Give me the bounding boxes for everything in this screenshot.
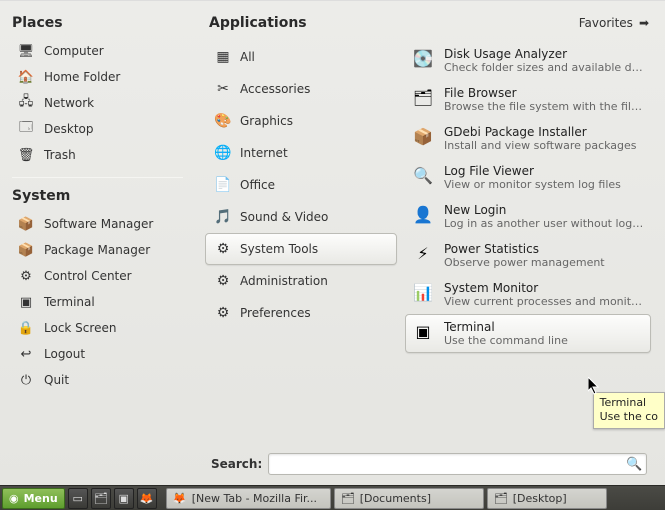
folder-icon: 🗂 — [494, 491, 508, 505]
system-package-manager[interactable]: 📦Package Manager — [12, 238, 183, 262]
control-center-icon: ⚙ — [18, 268, 34, 284]
file-browser-icon: 🗂 — [412, 86, 434, 108]
search-icon[interactable]: 🔍 — [626, 457, 642, 472]
system-software-manager[interactable]: 📦Software Manager — [12, 212, 183, 236]
system-title: System — [12, 188, 183, 204]
accessories-icon: ✂ — [214, 80, 232, 98]
app-new-login[interactable]: 👤New LoginLog in as another user without… — [405, 197, 651, 236]
category-administration[interactable]: ⚙Administration — [205, 265, 397, 297]
terminal-icon: ▣ — [18, 294, 34, 310]
internet-icon: 🌐 — [214, 144, 232, 162]
preferences-icon: ⚙ — [214, 304, 232, 322]
places-computer[interactable]: 🖥Computer — [12, 39, 183, 63]
search-label: Search: — [211, 457, 262, 471]
firefox-icon: 🦊 — [173, 491, 187, 505]
office-icon: 📄 — [214, 176, 232, 194]
all-icon: ▦ — [214, 48, 232, 66]
category-office[interactable]: 📄Office — [205, 169, 397, 201]
arrow-right-icon: ➡ — [639, 16, 649, 30]
system-terminal[interactable]: ▣Terminal — [12, 290, 183, 314]
folder-icon: 🗂 — [341, 491, 355, 505]
system-tools-icon: ⚙ — [214, 240, 232, 258]
category-graphics[interactable]: 🎨Graphics — [205, 105, 397, 137]
terminal-app-icon: ▣ — [412, 320, 434, 342]
category-sound-video[interactable]: 🎵Sound & Video — [205, 201, 397, 233]
category-preferences[interactable]: ⚙Preferences — [205, 297, 397, 329]
divider — [12, 177, 183, 178]
app-gdebi[interactable]: 📦GDebi Package InstallerInstall and view… — [405, 119, 651, 158]
taskbar-terminal[interactable]: ▣ — [114, 488, 134, 509]
app-disk-usage-analyzer[interactable]: 💽Disk Usage AnalyzerCheck folder sizes a… — [405, 41, 651, 80]
taskbar-task-firefox[interactable]: 🦊[New Tab - Mozilla Fir... — [166, 488, 331, 509]
places-home-folder[interactable]: 🏠Home Folder — [12, 65, 183, 89]
favorites-link[interactable]: Favorites➡ — [579, 16, 649, 30]
disk-usage-icon: 💽 — [412, 47, 434, 69]
sound-video-icon: 🎵 — [214, 208, 232, 226]
system-quit[interactable]: ⏻Quit — [12, 368, 183, 392]
category-internet[interactable]: 🌐Internet — [205, 137, 397, 169]
trash-icon: 🗑 — [18, 147, 34, 163]
places-title: Places — [12, 15, 183, 31]
system-control-center[interactable]: ⚙Control Center — [12, 264, 183, 288]
search-box[interactable]: 🔍 — [268, 453, 647, 475]
app-terminal[interactable]: ▣TerminalUse the command line — [405, 314, 651, 353]
places-desktop[interactable]: 🗔Desktop — [12, 117, 183, 141]
category-list: ▦All ✂Accessories 🎨Graphics 🌐Internet 📄O… — [205, 41, 397, 449]
taskbar-show-desktop[interactable]: ▭ — [68, 488, 88, 509]
power-stats-icon: ⚡ — [412, 242, 434, 264]
gdebi-icon: 📦 — [412, 125, 434, 147]
graphics-icon: 🎨 — [214, 112, 232, 130]
app-log-file-viewer[interactable]: 🔍Log File ViewerView or monitor system l… — [405, 158, 651, 197]
system-lock-screen[interactable]: 🔒Lock Screen — [12, 316, 183, 340]
taskbar-task-desktop[interactable]: 🗂[Desktop] — [487, 488, 607, 509]
applications-title: Applications — [209, 15, 307, 31]
quit-icon: ⏻ — [18, 372, 34, 388]
logout-icon: ↩ — [18, 346, 34, 362]
search-input[interactable] — [273, 457, 626, 471]
computer-icon: 🖥 — [18, 43, 34, 59]
desktop-icon: 🗔 — [18, 121, 34, 137]
system-monitor-icon: 📊 — [412, 281, 434, 303]
network-icon: 🖧 — [18, 95, 34, 111]
mint-logo-icon: ◉ — [9, 492, 19, 505]
taskbar-menu-button[interactable]: ◉Menu — [2, 488, 65, 509]
package-manager-icon: 📦 — [18, 242, 34, 258]
new-login-icon: 👤 — [412, 203, 434, 225]
tooltip: Terminal Use the co — [593, 392, 665, 429]
log-viewer-icon: 🔍 — [412, 164, 434, 186]
lock-icon: 🔒 — [18, 320, 34, 336]
app-power-statistics[interactable]: ⚡Power StatisticsObserve power managemen… — [405, 236, 651, 275]
taskbar-task-documents[interactable]: 🗂[Documents] — [334, 488, 484, 509]
home-icon: 🏠 — [18, 69, 34, 85]
category-system-tools[interactable]: ⚙System Tools — [205, 233, 397, 265]
app-file-browser[interactable]: 🗂File BrowserBrowse the file system with… — [405, 80, 651, 119]
category-all[interactable]: ▦All — [205, 41, 397, 73]
taskbar: ◉Menu ▭ 🗂 ▣ 🦊 🦊[New Tab - Mozilla Fir...… — [0, 485, 665, 510]
administration-icon: ⚙ — [214, 272, 232, 290]
software-manager-icon: 📦 — [18, 216, 34, 232]
system-logout[interactable]: ↩Logout — [12, 342, 183, 366]
places-trash[interactable]: 🗑Trash — [12, 143, 183, 167]
places-network[interactable]: 🖧Network — [12, 91, 183, 115]
taskbar-file-manager[interactable]: 🗂 — [91, 488, 111, 509]
category-accessories[interactable]: ✂Accessories — [205, 73, 397, 105]
taskbar-firefox[interactable]: 🦊 — [137, 488, 157, 509]
app-system-monitor[interactable]: 📊System MonitorView current processes an… — [405, 275, 651, 314]
application-list: 💽Disk Usage AnalyzerCheck folder sizes a… — [405, 41, 653, 449]
